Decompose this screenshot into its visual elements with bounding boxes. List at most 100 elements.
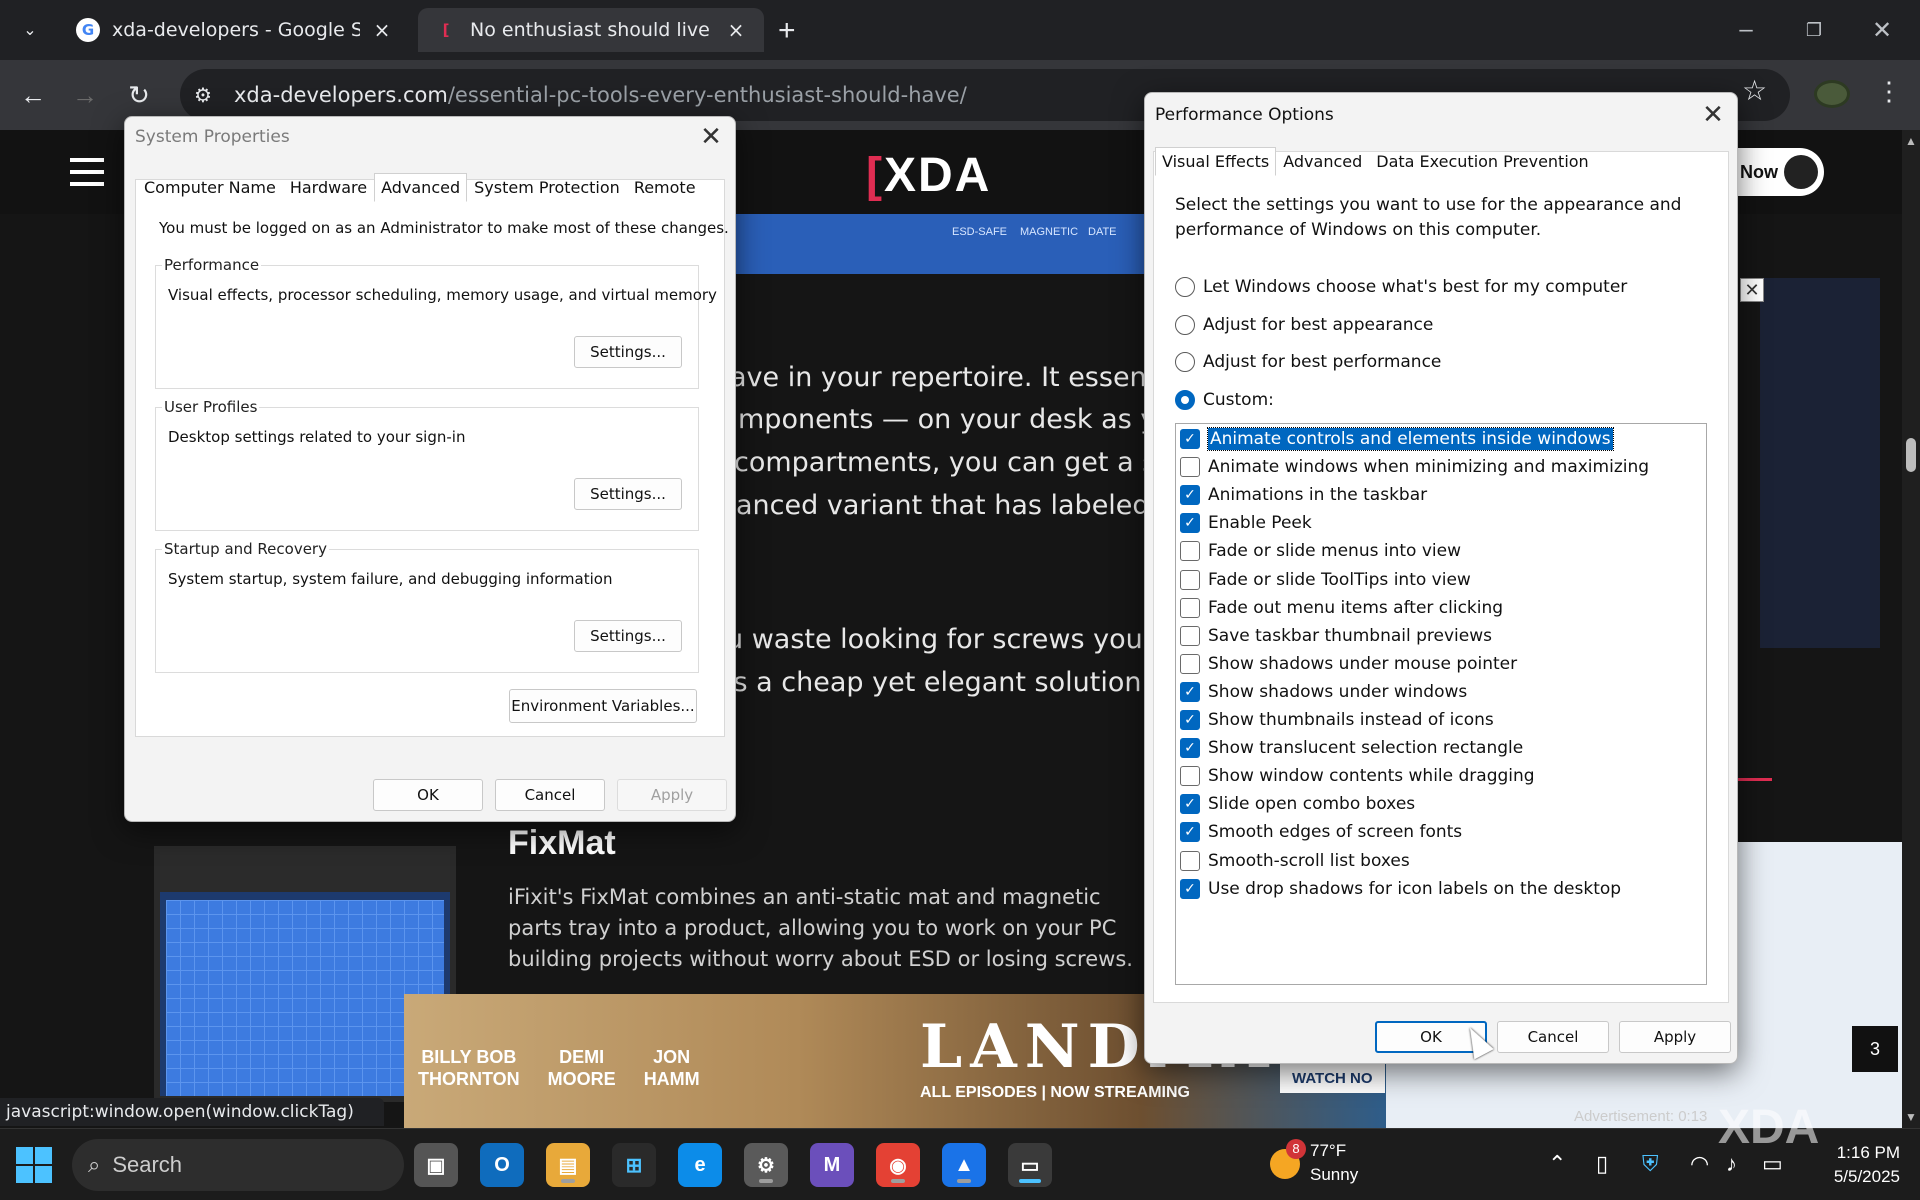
back-icon[interactable]: ← xyxy=(12,74,54,116)
scroll-down-icon[interactable]: ▼ xyxy=(1905,1110,1917,1124)
scroll-thumb[interactable] xyxy=(1906,438,1916,472)
checkbox-unchecked[interactable] xyxy=(1180,569,1200,590)
apply-button[interactable]: Apply xyxy=(1619,1021,1731,1053)
chrome-icon[interactable]: ◉ xyxy=(876,1143,920,1187)
checkbox-unchecked[interactable] xyxy=(1180,850,1200,871)
effect-option[interactable]: Animate windows when minimizing and maxi… xyxy=(1180,454,1649,480)
tab-remote[interactable]: Remote xyxy=(627,173,703,202)
effect-option[interactable]: ✓ Show thumbnails instead of icons xyxy=(1180,707,1494,733)
user-profiles-settings-button[interactable]: Settings... xyxy=(574,478,682,510)
new-tab-button[interactable]: + xyxy=(778,14,796,48)
checkbox-checked[interactable]: ✓ xyxy=(1180,738,1200,759)
close-tab-icon[interactable]: × xyxy=(724,18,748,42)
cancel-button[interactable]: Cancel xyxy=(495,779,605,811)
effect-option[interactable]: ✓ Use drop shadows for icon labels on the… xyxy=(1180,876,1621,902)
system-properties-icon[interactable]: ▭ xyxy=(1008,1143,1052,1187)
count-badge[interactable]: 3 xyxy=(1852,1026,1898,1072)
chevron-up-icon[interactable]: ⌃ xyxy=(1548,1151,1566,1177)
minimize-icon[interactable]: – xyxy=(1726,10,1766,50)
effect-option[interactable]: Fade out menu items after clicking xyxy=(1180,595,1503,621)
checkbox-unchecked[interactable] xyxy=(1180,653,1200,674)
checkbox-checked[interactable]: ✓ xyxy=(1180,878,1200,899)
more-menu-icon[interactable]: ⋮ xyxy=(1876,76,1902,107)
usb-icon[interactable]: ▯ xyxy=(1596,1151,1608,1177)
radio-best-performance[interactable]: Adjust for best performance xyxy=(1175,352,1441,372)
ad-watch-button[interactable]: WATCH NO xyxy=(1280,1064,1385,1093)
checkbox-unchecked[interactable] xyxy=(1180,766,1200,787)
profile-avatar[interactable] xyxy=(1814,80,1850,108)
radio-windows-choose[interactable]: Let Windows choose what's best for my co… xyxy=(1175,277,1627,297)
scroll-up-icon[interactable]: ▲ xyxy=(1905,134,1917,148)
performance-settings-button[interactable]: Settings... xyxy=(574,336,682,368)
effect-option[interactable]: ✓ Enable Peek xyxy=(1180,510,1312,536)
tab-google-search[interactable]: G xda-developers - Google Search × xyxy=(60,8,410,52)
checkbox-unchecked[interactable] xyxy=(1180,625,1200,646)
checkbox-unchecked[interactable] xyxy=(1180,597,1200,618)
checkbox-checked[interactable]: ✓ xyxy=(1180,429,1200,449)
restore-icon[interactable]: ❐ xyxy=(1794,10,1834,50)
forward-icon[interactable]: → xyxy=(64,74,106,116)
start-button[interactable] xyxy=(16,1147,52,1183)
tab-dep[interactable]: Data Execution Prevention xyxy=(1369,147,1595,176)
effect-option[interactable]: ✓ Smooth edges of screen fonts xyxy=(1180,819,1462,845)
mail-icon[interactable]: M xyxy=(810,1143,854,1187)
tab-list-button[interactable]: ⌄ xyxy=(10,12,50,48)
checkbox-checked[interactable]: ✓ xyxy=(1180,710,1200,730)
effect-option[interactable]: Smooth-scroll list boxes xyxy=(1180,848,1410,874)
tab-xda-article[interactable]: [ No enthusiast should live with w × xyxy=(418,8,764,52)
checkbox-checked[interactable]: ✓ xyxy=(1180,681,1200,702)
hamburger-menu-icon[interactable] xyxy=(70,158,104,186)
checkbox-unchecked[interactable] xyxy=(1180,541,1200,562)
ok-button[interactable]: OK xyxy=(373,779,483,811)
outlook-icon[interactable]: O xyxy=(480,1143,524,1187)
effect-option[interactable]: ✓ Animations in the taskbar xyxy=(1180,482,1427,508)
wifi-icon[interactable]: ◠ xyxy=(1690,1151,1709,1177)
tab-visual-effects[interactable]: Visual Effects xyxy=(1155,147,1277,176)
effect-option[interactable]: ✓ Animate controls and elements inside wi… xyxy=(1180,426,1614,452)
environment-variables-button[interactable]: Environment Variables... xyxy=(509,689,697,723)
tab-advanced[interactable]: Advanced xyxy=(374,173,468,202)
tab-computer-name[interactable]: Computer Name xyxy=(137,173,283,202)
effect-option[interactable]: ✓ Show shadows under windows xyxy=(1180,679,1467,705)
security-shield-icon[interactable]: ⛨ xyxy=(1642,1151,1659,1177)
visual-effects-list[interactable]: ✓ Animate controls and elements inside wi… xyxy=(1175,423,1707,985)
checkbox-checked[interactable]: ✓ xyxy=(1180,485,1200,506)
weather-widget[interactable]: 8 77°F Sunny xyxy=(1270,1139,1358,1187)
effect-option[interactable]: ✓ Show translucent selection rectangle xyxy=(1180,735,1523,761)
taskbar-search[interactable]: ⌕ Search xyxy=(72,1139,404,1191)
page-scrollbar[interactable]: ▲ ▼ xyxy=(1902,130,1920,1128)
effect-option[interactable]: Show window contents while dragging xyxy=(1180,763,1535,789)
cancel-button[interactable]: Cancel xyxy=(1497,1021,1609,1053)
radio-button[interactable] xyxy=(1175,315,1195,335)
effect-option[interactable]: ✓ Slide open combo boxes xyxy=(1180,791,1415,817)
checkbox-checked[interactable]: ✓ xyxy=(1180,794,1200,815)
checkbox-checked[interactable]: ✓ xyxy=(1180,513,1200,534)
checkbox-unchecked[interactable] xyxy=(1180,457,1200,478)
reload-icon[interactable]: ↻ xyxy=(118,74,160,116)
site-info-icon[interactable]: ⚙ xyxy=(194,83,234,108)
bookmark-star-icon[interactable]: ☆ xyxy=(1742,74,1767,107)
radio-best-appearance[interactable]: Adjust for best appearance xyxy=(1175,315,1433,335)
microsoft-store-icon[interactable]: ⊞ xyxy=(612,1143,656,1187)
apply-button[interactable]: Apply xyxy=(617,779,727,811)
tab-advanced[interactable]: Advanced xyxy=(1276,147,1369,176)
effect-option[interactable]: Show shadows under mouse pointer xyxy=(1180,651,1517,677)
effect-option[interactable]: Fade or slide menus into view xyxy=(1180,538,1461,564)
system-clock[interactable]: 1:16 PM 5/5/2025 xyxy=(1810,1141,1900,1189)
checkbox-checked[interactable]: ✓ xyxy=(1180,822,1200,843)
radio-button[interactable] xyxy=(1175,390,1195,410)
task-view-icon[interactable]: ▣ xyxy=(414,1143,458,1187)
tab-hardware[interactable]: Hardware xyxy=(283,173,374,202)
close-icon[interactable]: ✕ xyxy=(1693,99,1733,131)
close-tab-icon[interactable]: × xyxy=(370,18,394,42)
close-window-icon[interactable]: ✕ xyxy=(1862,10,1902,50)
photos-icon[interactable]: ▲ xyxy=(942,1143,986,1187)
edge-icon[interactable]: e xyxy=(678,1143,722,1187)
xda-logo[interactable]: [XDA xyxy=(866,148,991,203)
startup-settings-button[interactable]: Settings... xyxy=(574,620,682,652)
settings-gear-icon[interactable]: ⚙ xyxy=(744,1143,788,1187)
side-ad[interactable] xyxy=(1760,278,1880,648)
radio-button[interactable] xyxy=(1175,352,1195,372)
file-explorer-icon[interactable]: ▤ xyxy=(546,1143,590,1187)
close-icon[interactable]: ✕ xyxy=(691,121,731,153)
